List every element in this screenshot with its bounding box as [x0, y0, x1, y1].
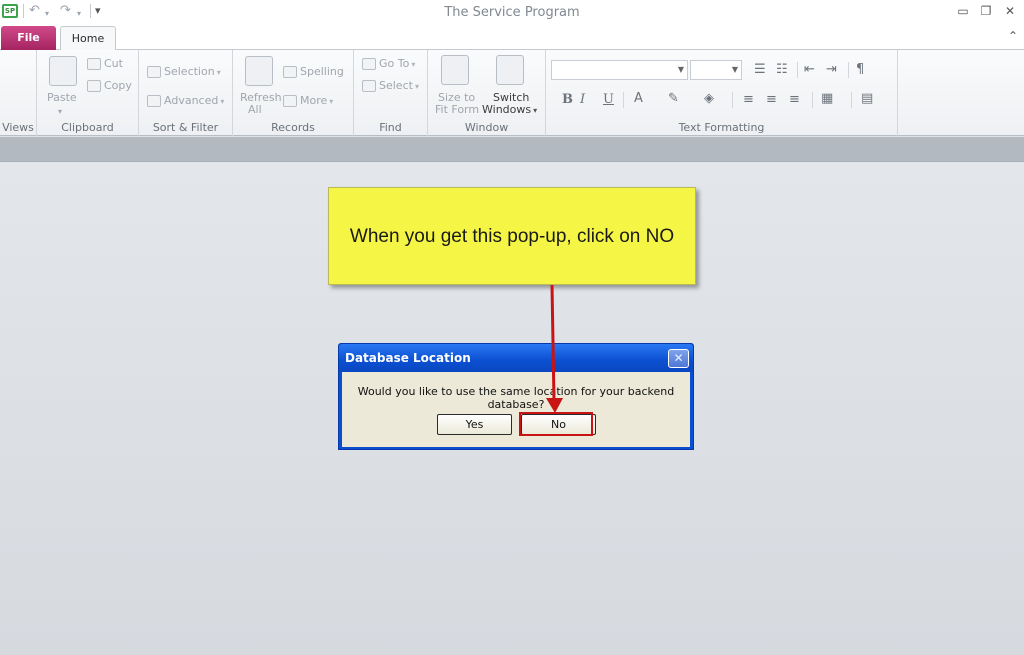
close-button[interactable]: ✕: [999, 2, 1021, 20]
dialog-message: Would you like to use the same location …: [357, 385, 675, 411]
dialog-close-button[interactable]: ✕: [668, 349, 689, 368]
refresh-all-button-line2[interactable]: All: [248, 103, 262, 116]
database-location-dialog: Database Location ✕ Would you like to us…: [338, 343, 694, 450]
select-button[interactable]: Select ▾: [362, 79, 419, 93]
select-icon: [362, 80, 376, 92]
group-label-window: Window: [464, 121, 509, 134]
document-tab-bar: [0, 137, 1024, 162]
ribbon: Views Paste ▾ Cut Copy Clipboard Selecti…: [0, 50, 1024, 136]
ribbon-tabs: File Home ⌃: [0, 25, 1024, 51]
group-label-sort-filter: Sort & Filter: [152, 121, 219, 134]
chevron-down-icon: ▼: [731, 65, 738, 74]
dialog-title-bar[interactable]: Database Location ✕: [339, 344, 693, 372]
paste-dropdown-icon[interactable]: ▾: [58, 105, 62, 118]
group-text-formatting: ▼ ▼ ☰ ☷ ⇤ ⇥ ¶ B I U A ✎ ◈ ≡ ≡ ≡ ▦ ▤ Text…: [546, 50, 898, 136]
toolbar-separator: [851, 92, 852, 108]
size-to-fit-icon: [441, 55, 469, 85]
ribbon-collapse-icon[interactable]: ⌃: [1008, 29, 1018, 43]
alternate-row-color-icon[interactable]: ▤: [861, 91, 873, 107]
copy-button[interactable]: Copy: [87, 79, 132, 92]
selection-button[interactable]: Selection ▾: [147, 65, 221, 79]
group-label-find: Find: [379, 121, 402, 134]
go-to-icon: [362, 58, 376, 70]
italic-button[interactable]: I: [580, 92, 585, 108]
spelling-button[interactable]: Spelling: [283, 65, 344, 78]
align-left-icon[interactable]: ≡: [743, 92, 754, 108]
toolbar-separator: [797, 62, 798, 78]
refresh-icon: [245, 56, 273, 86]
restore-button[interactable]: ❐: [975, 2, 997, 20]
filter-selection-icon: [147, 66, 161, 78]
instruction-callout: When you get this pop-up, click on NO: [328, 187, 696, 285]
switch-windows-button-line2[interactable]: Windows ▾: [482, 103, 537, 117]
increase-indent-icon[interactable]: ⇥: [826, 62, 837, 78]
window-title: The Service Program: [444, 5, 580, 20]
cut-button[interactable]: Cut: [87, 57, 123, 70]
advanced-filter-icon: [147, 95, 161, 107]
paste-button[interactable]: Paste: [47, 91, 77, 104]
dialog-title: Database Location: [345, 351, 471, 365]
yes-button[interactable]: Yes: [437, 414, 512, 435]
group-label-views: Views: [2, 121, 34, 134]
toolbar-separator: [812, 92, 813, 108]
fill-color-icon[interactable]: ◈: [704, 91, 714, 107]
group-label-text-formatting: Text Formatting: [678, 121, 765, 134]
group-label-records: Records: [271, 121, 315, 134]
gridlines-icon[interactable]: ▦: [821, 91, 833, 107]
paragraph-direction-icon[interactable]: ¶: [856, 62, 864, 78]
group-label-clipboard: Clipboard: [61, 121, 114, 134]
copy-icon: [87, 80, 101, 92]
toolbar-separator: [623, 92, 624, 108]
more-button[interactable]: More ▾: [283, 94, 333, 108]
font-color-button[interactable]: A: [634, 91, 643, 107]
paste-icon: [49, 56, 77, 86]
font-size-combobox[interactable]: ▼: [690, 60, 742, 80]
scissors-icon: [87, 58, 101, 70]
tab-home[interactable]: Home: [60, 26, 116, 51]
group-window: Size to Fit Form Switch Windows ▾ Window: [428, 50, 546, 136]
decrease-indent-icon[interactable]: ⇤: [804, 62, 815, 78]
tab-file[interactable]: File: [1, 26, 56, 50]
title-bar: SP ↶ ▾ ↷ ▾ ▾ The Service Program ▭ ❐ ✕: [0, 0, 1024, 25]
align-right-icon[interactable]: ≡: [789, 92, 800, 108]
go-to-button[interactable]: Go To ▾: [362, 57, 415, 71]
underline-button[interactable]: U: [603, 92, 614, 108]
toolbar-separator: [732, 92, 733, 108]
bold-button[interactable]: B: [562, 92, 573, 108]
numbering-icon[interactable]: ☷: [776, 62, 788, 78]
bullets-icon[interactable]: ☰: [754, 62, 766, 78]
advanced-button[interactable]: Advanced ▾: [147, 94, 224, 108]
spelling-icon: [283, 66, 297, 78]
dialog-body: Would you like to use the same location …: [342, 372, 690, 447]
group-views: Views: [0, 50, 37, 136]
chevron-down-icon: ▼: [677, 65, 684, 74]
toolbar-separator: [848, 62, 849, 78]
group-find: Go To ▾ Select ▾ Find: [354, 50, 428, 136]
font-name-combobox[interactable]: ▼: [551, 60, 688, 80]
align-center-icon[interactable]: ≡: [766, 92, 777, 108]
group-records: Refresh All Spelling More ▾ Records: [233, 50, 354, 136]
group-clipboard: Paste ▾ Cut Copy Clipboard: [37, 50, 139, 136]
size-to-fit-button-line2[interactable]: Fit Form: [435, 103, 479, 116]
more-icon: [283, 95, 297, 107]
no-button-highlight: [519, 412, 593, 436]
switch-windows-icon: [496, 55, 524, 85]
highlight-icon[interactable]: ✎: [668, 91, 679, 107]
group-sort-filter: Selection ▾ Advanced ▾ Sort & Filter: [139, 50, 233, 136]
minimize-button[interactable]: ▭: [952, 2, 974, 20]
